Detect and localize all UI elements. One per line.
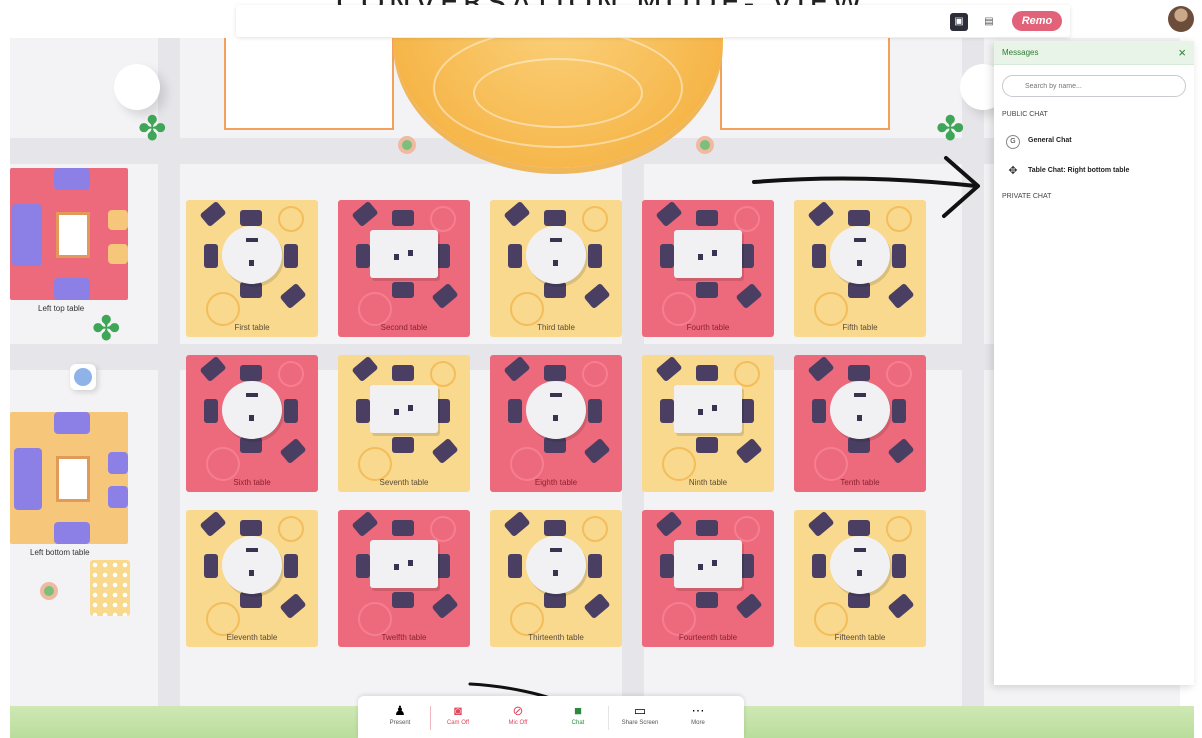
brand-logo: Remo [1012, 11, 1062, 31]
avatar[interactable] [1168, 6, 1194, 32]
table-room[interactable]: Twelfth table [338, 510, 470, 647]
table-room[interactable]: First table [186, 200, 318, 337]
table-room[interactable]: Fourth table [642, 200, 774, 337]
chat-item-general[interactable]: G General Chat [1002, 133, 1186, 151]
grass-strip [744, 706, 1194, 738]
lamp [398, 136, 416, 154]
table-label: Second table [380, 323, 428, 332]
table-label: Tenth table [840, 478, 880, 487]
dance-floor [90, 560, 130, 616]
wall-block [224, 38, 394, 130]
table-label: Fourth table [686, 323, 730, 332]
top-bar: ▣ ▤ Remo [236, 5, 1070, 37]
table-room[interactable]: Eighth table [490, 355, 622, 492]
share-screen-button[interactable]: ▭ Share Screen [616, 702, 664, 736]
table-room[interactable]: Ninth table [642, 355, 774, 492]
table-label: Sixth table [233, 478, 271, 487]
monitor-icon: ▭ [633, 703, 647, 718]
table-label: Ninth table [688, 478, 728, 487]
messages-title: Messages [1002, 48, 1039, 57]
corridor [962, 38, 984, 708]
camera-off-icon: ◙ [454, 703, 462, 718]
table-room[interactable]: Sixth table [186, 355, 318, 492]
mic-off-button[interactable]: ⊘ Mic Off [498, 702, 538, 736]
divider [608, 706, 609, 730]
public-chat-label: PUBLIC CHAT [1002, 111, 1048, 118]
more-icon: ⋯ [691, 703, 705, 718]
chat-icon: ■ [574, 703, 582, 718]
table-room[interactable]: Third table [490, 200, 622, 337]
side-table-label: Left bottom table [30, 548, 90, 557]
table-label: Seventh table [379, 478, 429, 487]
close-icon[interactable]: × [1178, 45, 1186, 60]
messages-panel: Messages × ⌕ PUBLIC CHAT G General Chat … [994, 41, 1194, 685]
wall-block [720, 38, 890, 130]
plant-icon: ✤ [138, 110, 167, 148]
table-room[interactable]: Fifth table [794, 200, 926, 337]
plant-icon: ✤ [92, 310, 121, 348]
table-room[interactable]: Fifteenth table [794, 510, 926, 647]
table-room[interactable]: Eleventh table [186, 510, 318, 647]
table-room[interactable]: Tenth table [794, 355, 926, 492]
lounge-left-top[interactable] [10, 168, 128, 300]
table-label: Eighth table [534, 478, 578, 487]
present-button[interactable]: ♟ Present [380, 702, 420, 736]
bottom-toolbar: ♟ Present ◙ Cam Off ⊘ Mic Off ■ Chat ▭ S… [358, 696, 744, 738]
table-room[interactable]: Seventh table [338, 355, 470, 492]
calendar-icon[interactable]: ▤ [980, 13, 998, 31]
table-label: First table [234, 323, 270, 332]
layout-icon[interactable]: ▣ [950, 13, 968, 31]
chat-name: General Chat [1028, 137, 1072, 144]
table-label: Fourteenth table [678, 633, 738, 642]
search-input[interactable] [1002, 75, 1186, 97]
portal-button[interactable] [70, 364, 96, 390]
table-icon: ✥ [1008, 165, 1018, 177]
lamp [40, 582, 58, 600]
chat-name: Table Chat: Right bottom table [1028, 167, 1130, 174]
messages-header: Messages × [994, 41, 1194, 65]
table-room[interactable]: Fourteenth table [642, 510, 774, 647]
divider [430, 706, 431, 730]
cam-off-button[interactable]: ◙ Cam Off [438, 702, 478, 736]
chat-button[interactable]: ■ Chat [558, 702, 598, 736]
chat-item-table[interactable]: ✥ Table Chat: Right bottom table [1002, 163, 1186, 181]
table-room[interactable]: Thirteenth table [490, 510, 622, 647]
table-label: Thirteenth table [528, 633, 584, 642]
table-label: Eleventh table [226, 633, 278, 642]
table-label: Third table [537, 323, 575, 332]
private-chat-label: PRIVATE CHAT [1002, 193, 1052, 200]
chat-avatar: G [1006, 135, 1020, 149]
table-label: Fifteenth table [834, 633, 886, 642]
mic-off-icon: ⊘ [512, 703, 524, 718]
table-label: Twelfth table [381, 633, 427, 642]
grass-strip [10, 706, 360, 738]
table-label: Fifth table [842, 323, 878, 332]
person-speaking-icon: ♟ [394, 703, 406, 718]
side-table-label: Left top table [38, 304, 85, 313]
wall-pillar [114, 64, 160, 110]
lounge-left-bottom[interactable] [10, 412, 128, 544]
more-button[interactable]: ⋯ More [678, 702, 718, 736]
lamp [696, 136, 714, 154]
plant-icon: ✤ [936, 110, 965, 148]
table-room[interactable]: Second table [338, 200, 470, 337]
